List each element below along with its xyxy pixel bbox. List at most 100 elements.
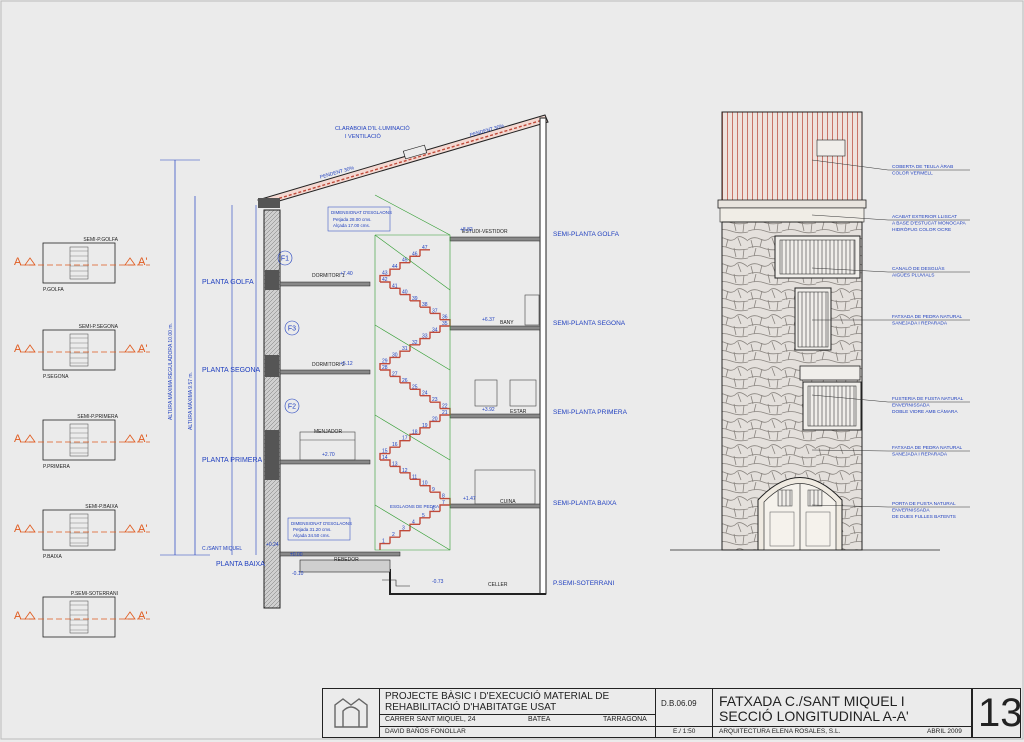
floor-label-right: SEMI-PLANTA BAIXA: [553, 500, 617, 507]
facade-note-line: DE DUES FULLES BATENTS: [892, 514, 956, 520]
facade-note-line: FATXADA DE PEDRA NATURAL: [892, 445, 963, 451]
step-number: 9: [432, 487, 435, 493]
facade-note-line: SANEJADA I REPARADA: [892, 452, 948, 458]
key-plan-caption: P.SEGONA: [43, 374, 69, 380]
facade-note-line: COBERTA DE TEULA ÀRAB: [892, 163, 953, 170]
step-number: 43: [382, 271, 388, 277]
level-mark: +5.12: [340, 361, 353, 367]
step-number: 20: [432, 416, 438, 422]
step-number: 26: [402, 378, 408, 384]
level-mark: +1.47: [463, 496, 476, 502]
key-plan-caption: P.BAIXA: [43, 554, 62, 560]
level-mark: +2.70: [322, 452, 335, 458]
step-number: 1: [382, 539, 385, 545]
step-number: 29: [382, 359, 388, 365]
drawing-sheet: A A' SEMI-P.GOLFA P.GOLFA A A' SEMI-P.SEGONA P.…: [0, 0, 1024, 740]
step-number: 21: [442, 410, 448, 416]
floor-label-right: SEMI-PLANTA SEGONA: [553, 320, 626, 327]
step-number: 27: [392, 371, 398, 377]
facade-note-line: DOBLE VIDRE AMB CÀMARA: [892, 408, 958, 415]
cut-marker-end: A': [138, 343, 147, 355]
step-number: 3: [402, 526, 405, 532]
town: BATEA: [528, 716, 551, 723]
sheet-number: 13: [978, 691, 1023, 735]
step-number: 7: [442, 500, 445, 506]
facade-note-line: PORTA DE FUSTA NATURAL: [892, 501, 956, 507]
step-number: 40: [402, 290, 408, 296]
step-number: 38: [422, 302, 428, 308]
step-number: 44: [392, 264, 398, 270]
step-number: 2: [392, 532, 395, 538]
floor-label-left: C./SANT MIQUEL: [202, 546, 242, 552]
step-number: 37: [432, 308, 438, 314]
room-label: CELLER: [488, 582, 508, 588]
floor-label-right: SEMI-PLANTA GOLFA: [553, 231, 620, 238]
client-name: DAVID BAÑOS FONOLLAR: [385, 728, 466, 735]
step-number: 33: [422, 334, 428, 340]
drawing-date: ABRIL 2009: [927, 728, 962, 735]
dim-total-height: ALTURA MÀXIMA REGULADORA 10.00 m.: [167, 323, 174, 420]
level-mark: +6.37: [482, 317, 495, 323]
title-logo: [323, 689, 380, 737]
step-number: 19: [422, 423, 428, 429]
upper-stair-note-title: DIMENSIONAT D'ESGLAONS: [331, 210, 392, 215]
stone-steps-note: ESGLAONS DE PEDRA: [390, 504, 439, 509]
window-tag: F1: [281, 256, 289, 263]
address: CARRER SANT MIQUEL, 24: [385, 716, 476, 723]
room-label: MENJADOR: [314, 429, 342, 435]
upper-stair-tread: Petjada 28.00 cms.: [333, 217, 372, 222]
key-plan-title: P.SEMI-SOTERRANI: [71, 591, 118, 597]
step-number: 35: [442, 321, 448, 327]
level-mark: +3.92: [482, 407, 495, 413]
key-plan: A A' SEMI-P.SEGONA P.SEGONA: [14, 324, 150, 380]
facade-note-line: COLOR VERMELL: [892, 171, 933, 177]
step-number: 16: [392, 442, 398, 448]
step-number: 11: [412, 474, 417, 480]
step-number: 28: [382, 365, 388, 371]
key-plan: A A' SEMI-P.BAIXA P.BAIXA: [14, 504, 150, 560]
key-plan: A A' SEMI-P.GOLFA P.GOLFA: [14, 237, 150, 293]
skylight-note-1: CLARABOIA D'IL·LUMINACIÓ: [335, 125, 410, 132]
step-number: 30: [392, 352, 398, 358]
window-tag: F2: [288, 404, 296, 411]
cut-marker-start: A: [14, 523, 22, 535]
level-mark: +7.40: [340, 271, 353, 277]
step-number: 13: [392, 461, 398, 467]
step-number: 24: [422, 391, 428, 397]
step-number: 47: [422, 245, 428, 251]
room-label: ESTAR: [510, 409, 527, 415]
step-number: 41: [392, 283, 398, 289]
step-number: 4: [412, 519, 415, 525]
step-number: 25: [412, 384, 418, 390]
step-number: 36: [442, 315, 448, 321]
cut-marker-end: A': [138, 610, 147, 622]
facade-note-line: CANALÓ DE DESGUÀS: [892, 265, 945, 272]
cut-marker-start: A: [14, 256, 22, 268]
cut-marker-start: A: [14, 610, 22, 622]
key-plan-title: SEMI-P.SEGONA: [79, 324, 119, 330]
level-mark: +8.82: [460, 227, 473, 233]
facade-note-line: A BASE D'ESTUCAT MONOCAPA: [892, 221, 966, 227]
facade-note-line: FATXADA DE PEDRA NATURAL: [892, 314, 963, 320]
floor-label-left: PLANTA BAIXA: [216, 561, 265, 568]
step-number: 5: [422, 513, 425, 519]
floor-label-left: PLANTA SEGONA: [202, 367, 261, 374]
longitudinal-section: ALTURA MÀXIMA REGULADORA 10.00 m. ALTURA…: [160, 114, 628, 609]
step-number: 31: [402, 346, 408, 352]
lower-stair-note-title: DIMENSIONAT D'ESGLAONS: [291, 521, 352, 526]
facade-note-line: AIGÜES PLUVIALS: [892, 272, 934, 279]
project-title-line-1: PROJECTE BÀSIC I D'EXECUCIÓ MATERIAL DE: [385, 691, 610, 702]
project-title-line-2: REHABILITACIÓ D'HABITATGE USAT: [385, 702, 557, 713]
key-plan-caption: P.GOLFA: [43, 287, 64, 293]
facade-elevation: COBERTA DE TEULA ÀRABCOLOR VERMELL ACABAT…: [670, 111, 970, 551]
step-number: 8: [442, 494, 445, 500]
drawing-scale: E./ 1:50: [673, 728, 696, 735]
cut-marker-end: A': [138, 523, 147, 535]
step-number: 46: [412, 251, 418, 257]
facade-note-line: FUSTERIA DE FUSTA NATURAL: [892, 396, 964, 402]
cut-marker-start: A: [14, 433, 22, 445]
skylight-note-2: I VENTILACIÓ: [345, 133, 381, 140]
level-mark: +0.24: [266, 542, 279, 548]
step-number: 39: [412, 296, 418, 302]
step-number: 15: [382, 449, 388, 455]
